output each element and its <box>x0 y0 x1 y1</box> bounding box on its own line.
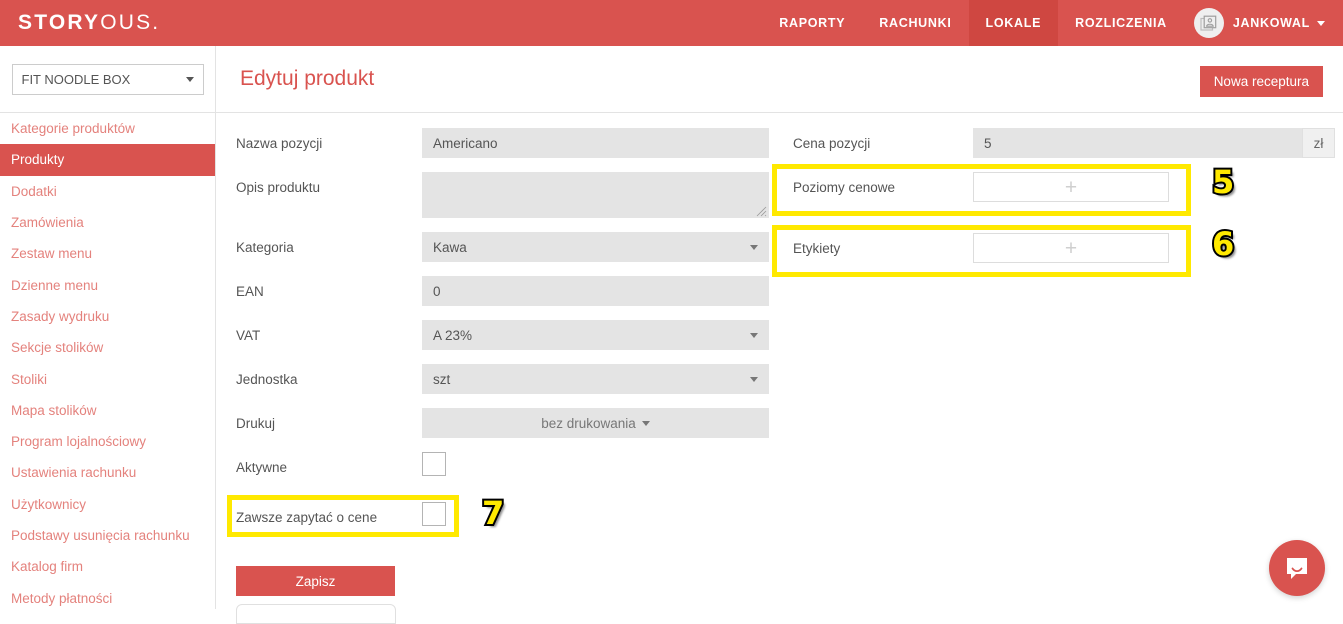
category-select[interactable]: Kawa <box>422 232 769 262</box>
category-select-value: Kawa <box>433 240 467 255</box>
save-button[interactable]: Zapisz <box>236 566 395 596</box>
chevron-down-icon <box>750 377 758 382</box>
sidebar-item-sekcje-stolikow[interactable]: Sekcje stolików <box>0 332 215 363</box>
vat-select[interactable]: A 23% <box>422 320 769 350</box>
field-row-active: Aktywne <box>236 452 446 476</box>
print-dropdown-value: bez drukowania <box>541 416 636 431</box>
sidebar-item-podstawy-usuniecia-rachunku[interactable]: Podstawy usunięcia rachunku <box>0 520 215 551</box>
sidebar-item-dzienne-menu[interactable]: Dzienne menu <box>0 269 215 300</box>
field-row-price: Cena pozycji 5 zł <box>793 128 1335 158</box>
sidebar: Kategorie produktów Produkty Dodatki Zam… <box>0 113 216 609</box>
name-input[interactable]: Americano <box>422 128 769 158</box>
top-navbar: STORYOUS. RAPORTY RACHUNKI LOKALE ROZLIC… <box>0 0 1343 46</box>
nav-item-lokale[interactable]: LOKALE <box>969 0 1059 46</box>
print-label: Drukuj <box>236 408 422 431</box>
field-row-always-ask-price: Zawsze zapytać o cene <box>236 502 446 526</box>
field-row-name: Nazwa pozycji Americano <box>236 128 769 158</box>
description-label: Opis produktu <box>236 172 422 195</box>
price-input[interactable]: 5 <box>973 128 1302 158</box>
user-menu[interactable]: JANKOWAL <box>1184 0 1343 46</box>
sub-header: FIT NOODLE BOX Edytuj produkt Nowa recep… <box>0 46 1343 113</box>
field-row-category: Kategoria Kawa <box>236 232 769 262</box>
sidebar-item-zestaw-menu[interactable]: Zestaw menu <box>0 238 215 269</box>
sidebar-item-zasady-wydruku[interactable]: Zasady wydruku <box>0 301 215 332</box>
field-row-price-levels: Poziomy cenowe + <box>793 172 1169 202</box>
annotation-badge-5: 5 <box>1212 166 1234 198</box>
sidebar-item-ustawienia-rachunku[interactable]: Ustawienia rachunku <box>0 457 215 488</box>
field-row-description: Opis produktu <box>236 172 769 218</box>
ean-label: EAN <box>236 276 422 299</box>
location-select[interactable]: FIT NOODLE BOX <box>12 64 204 95</box>
chat-bubble-icon <box>1283 554 1311 582</box>
chevron-down-icon <box>750 333 758 338</box>
field-row-print: Drukuj bez drukowania <box>236 408 769 438</box>
brand-logo-light: OUS. <box>100 11 160 34</box>
labels-add-button[interactable]: + <box>973 233 1169 263</box>
field-row-ean: EAN 0 <box>236 276 769 306</box>
price-currency-addon: zł <box>1302 128 1335 158</box>
unit-select[interactable]: szt <box>422 364 769 394</box>
user-menu-label: JANKOWAL <box>1233 16 1310 30</box>
sidebar-item-dodatki[interactable]: Dodatki <box>0 176 215 207</box>
active-checkbox[interactable] <box>422 452 446 476</box>
navbar-links: RAPORTY RACHUNKI LOKALE ROZLICZENIA JANK… <box>762 0 1343 46</box>
name-label: Nazwa pozycji <box>236 128 422 151</box>
sidebar-item-uzytkownicy[interactable]: Użytkownicy <box>0 489 215 520</box>
user-portrait-icon <box>1194 8 1224 38</box>
always-ask-price-label: Zawsze zapytać o cene <box>236 502 422 525</box>
sidebar-item-katalog-firm[interactable]: Katalog firm <box>0 551 215 582</box>
description-textarea[interactable] <box>422 172 769 218</box>
vat-label: VAT <box>236 320 422 343</box>
nav-item-rozliczenia[interactable]: ROZLICZENIA <box>1058 0 1184 46</box>
location-select-value: FIT NOODLE BOX <box>22 72 131 87</box>
price-levels-label: Poziomy cenowe <box>793 172 973 195</box>
vat-select-value: A 23% <box>433 328 472 343</box>
sidebar-item-mapa-stolikow[interactable]: Mapa stolików <box>0 395 215 426</box>
annotation-badge-7: 7 <box>482 497 504 529</box>
sidebar-item-zamowienia[interactable]: Zamówienia <box>0 207 215 238</box>
nav-item-rachunki[interactable]: RACHUNKI <box>862 0 968 46</box>
new-recipe-button[interactable]: Nowa receptura <box>1200 66 1323 97</box>
location-select-container: FIT NOODLE BOX <box>0 46 216 112</box>
nav-item-raporty[interactable]: RAPORTY <box>762 0 862 46</box>
brand-logo[interactable]: STORYOUS. <box>18 11 160 35</box>
field-row-vat: VAT A 23% <box>236 320 769 350</box>
annotation-badge-6: 6 <box>1212 228 1234 260</box>
labels-label: Etykiety <box>793 233 973 256</box>
chevron-down-icon <box>186 77 194 82</box>
print-dropdown[interactable]: bez drukowania <box>422 408 769 438</box>
plus-icon: + <box>1065 238 1077 259</box>
sidebar-item-produkty[interactable]: Produkty <box>0 144 215 175</box>
brand-logo-bold: STORY <box>18 11 100 34</box>
chat-widget-button[interactable] <box>1269 540 1325 596</box>
chevron-down-icon <box>750 245 758 250</box>
unit-select-value: szt <box>433 372 450 387</box>
ean-input[interactable]: 0 <box>422 276 769 306</box>
sidebar-item-metody-platnosci[interactable]: Metody płatności <box>0 582 215 609</box>
plus-icon: + <box>1065 177 1077 198</box>
chevron-down-icon <box>1317 21 1325 26</box>
field-row-unit: Jednostka szt <box>236 364 769 394</box>
page-title: Edytuj produkt <box>240 67 374 91</box>
resize-grip-icon[interactable] <box>756 206 767 217</box>
sidebar-item-program-lojalnosciowy[interactable]: Program lojalnościowy <box>0 426 215 457</box>
caret-down-icon <box>642 421 650 426</box>
field-row-labels: Etykiety + <box>793 233 1169 263</box>
active-label: Aktywne <box>236 452 422 475</box>
category-label: Kategoria <box>236 232 422 255</box>
unit-label: Jednostka <box>236 364 422 387</box>
price-label: Cena pozycji <box>793 128 973 151</box>
always-ask-price-checkbox[interactable] <box>422 502 446 526</box>
bottom-panel-edge <box>236 604 396 624</box>
price-levels-add-button[interactable]: + <box>973 172 1169 202</box>
sidebar-item-kategorie-produktow[interactable]: Kategorie produktów <box>0 113 215 144</box>
sidebar-item-stoliki[interactable]: Stoliki <box>0 363 215 394</box>
